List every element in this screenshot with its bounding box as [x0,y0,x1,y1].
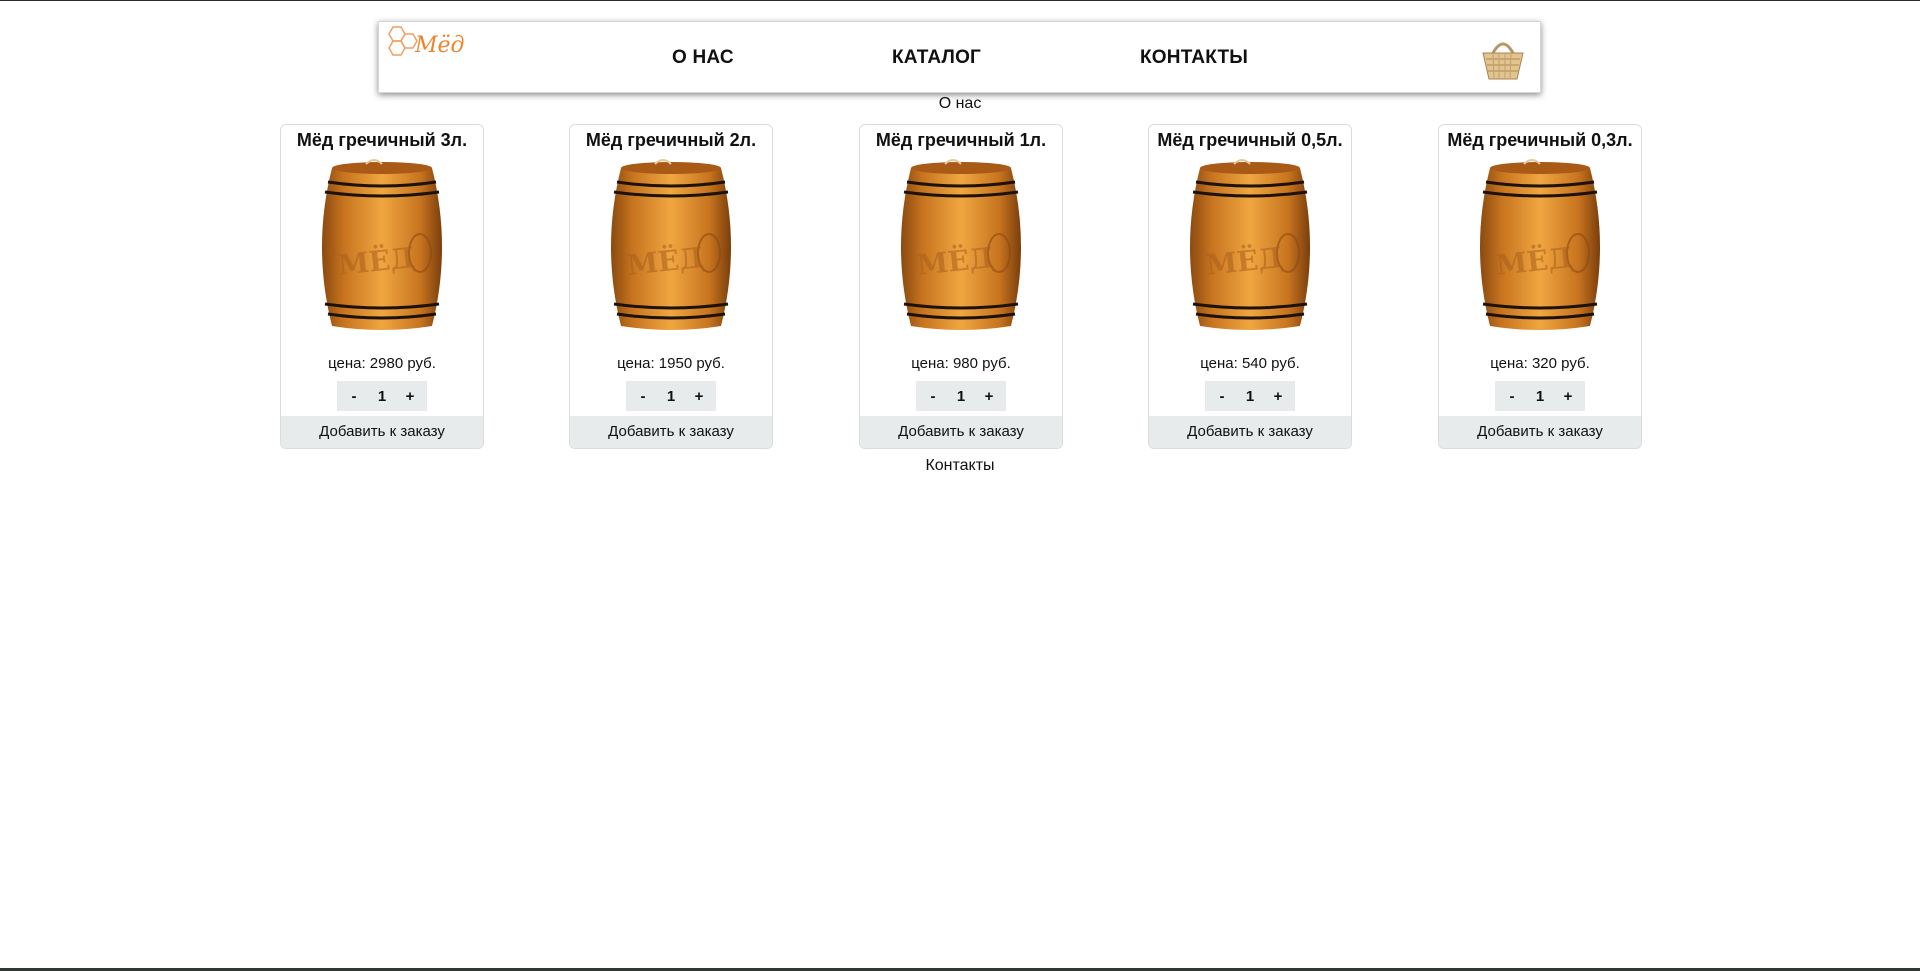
add-to-order-button[interactable]: Добавить к заказу [1149,416,1351,448]
decrease-button[interactable]: - [636,388,650,405]
quantity-value: 1 [377,387,387,405]
quantity-value: 1 [1535,387,1545,405]
add-to-order-button[interactable]: Добавить к заказу [281,416,483,448]
quantity-stepper: - 1 + [337,381,427,411]
logo[interactable]: Мёд [383,25,465,65]
increase-button[interactable]: + [1271,388,1285,405]
increase-button[interactable]: + [1561,388,1575,405]
add-to-order-button[interactable]: Добавить к заказу [1439,416,1641,448]
barrel-image [605,158,737,336]
product-title: Мёд гречичный 1л. [875,130,1047,150]
product-title: Мёд гречичный 2л. [585,130,757,150]
product-price: цена: 1950 руб. [617,355,725,372]
product-price: цена: 980 руб. [911,355,1011,372]
product-price: цена: 540 руб. [1200,355,1300,372]
product-card: Мёд гречичный 3л. цена: 2980 руб. - 1 + … [280,124,484,449]
increase-button[interactable]: + [982,388,996,405]
product-title: Мёд гречичный 3л. [296,130,468,150]
quantity-value: 1 [1245,387,1255,405]
add-to-order-button[interactable]: Добавить к заказу [570,416,772,448]
site-header: Мёд О НАС КАТАЛОГ КОНТАКТЫ [378,21,1541,93]
decrease-button[interactable]: - [1215,388,1229,405]
about-section-title: О нас [938,95,982,112]
logo-text: Мёд [415,33,465,58]
product-price: цена: 320 руб. [1490,355,1590,372]
quantity-stepper: - 1 + [1205,381,1295,411]
nav-catalog[interactable]: КАТАЛОГ [892,47,981,69]
decrease-button[interactable]: - [1505,388,1519,405]
add-to-order-button[interactable]: Добавить к заказу [860,416,1062,448]
decrease-button[interactable]: - [926,388,940,405]
barrel-image [895,158,1027,336]
product-card: Мёд гречичный 0,5л. цена: 540 руб. - 1 +… [1148,124,1352,449]
quantity-stepper: - 1 + [626,381,716,411]
nav-about[interactable]: О НАС [672,47,734,69]
barrel-image [1474,158,1606,336]
nav-contacts[interactable]: КОНТАКТЫ [1140,47,1248,69]
product-title: Мёд гречичный 0,5л. [1157,130,1343,150]
product-title: Мёд гречичный 0,3л. [1447,130,1633,150]
increase-button[interactable]: + [403,388,417,405]
product-card: Мёд гречичный 1л. цена: 980 руб. - 1 + Д… [859,124,1063,449]
decrease-button[interactable]: - [347,388,361,405]
barrel-image [1184,158,1316,336]
contacts-section-title: Контакты [925,457,995,474]
quantity-stepper: - 1 + [916,381,1006,411]
product-price: цена: 2980 руб. [328,355,436,372]
barrel-image [316,158,448,336]
product-card: Мёд гречичный 0,3л. цена: 320 руб. - 1 +… [1438,124,1642,449]
quantity-stepper: - 1 + [1495,381,1585,411]
product-card: Мёд гречичный 2л. цена: 1950 руб. - 1 + … [569,124,773,449]
basket-icon[interactable] [1479,37,1527,81]
quantity-value: 1 [666,387,676,405]
quantity-value: 1 [956,387,966,405]
increase-button[interactable]: + [692,388,706,405]
